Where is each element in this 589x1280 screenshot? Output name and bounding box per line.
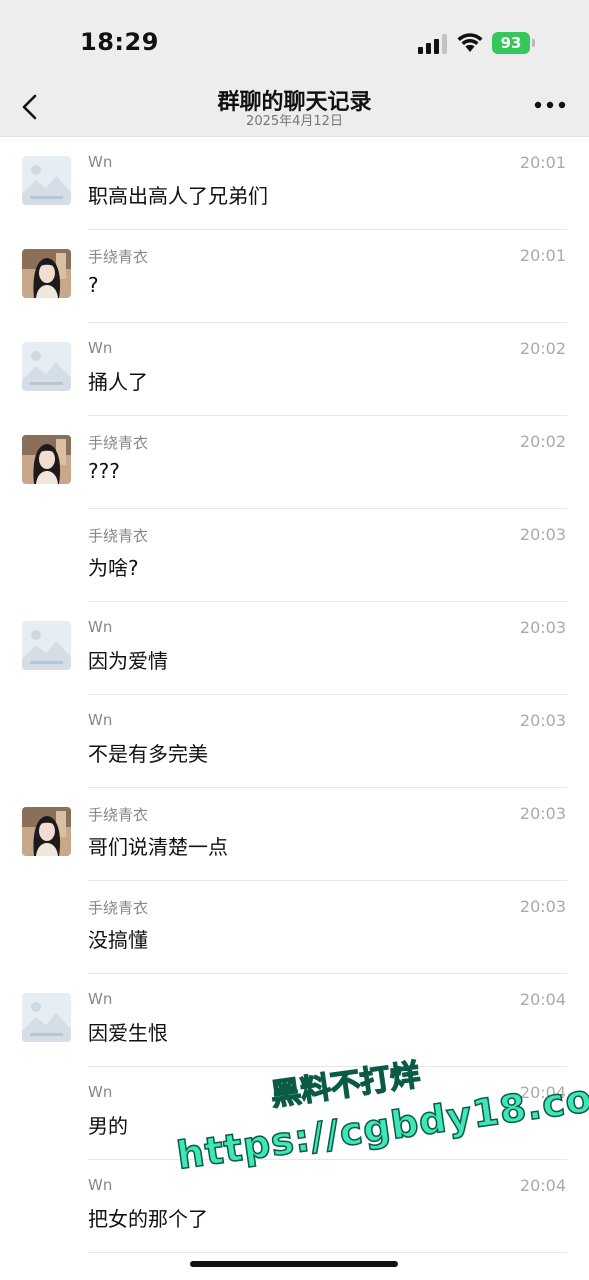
message-row[interactable]: 手绕青衣 20:03 为啥? [0, 509, 589, 602]
message-sender: Wn [88, 153, 113, 171]
message-row[interactable]: 手绕青衣 20:03 没搞懂 [0, 881, 589, 974]
nav-bar: 群聊的聊天记录 2025年4月12日 [0, 88, 589, 137]
avatar[interactable] [22, 993, 71, 1042]
message-time: 20:03 [519, 897, 566, 916]
message-sender: Wn [88, 1176, 113, 1194]
message-text: ? [88, 273, 99, 297]
message-text: 哥们说清楚一点 [88, 835, 228, 859]
message-sender: 手绕青衣 [88, 248, 149, 266]
battery-level: 93 [492, 32, 530, 54]
message-sender: Wn [88, 711, 113, 729]
message-sender: Wn [88, 339, 113, 357]
battery-icon: 93 [492, 32, 538, 54]
message-time: 20:03 [519, 618, 566, 637]
message-time: 20:01 [519, 153, 566, 172]
message-text: ??? [88, 459, 120, 483]
message-text: 捅人了 [88, 370, 148, 394]
message-time: 20:03 [519, 525, 566, 544]
message-text: 没搞懂 [88, 928, 148, 952]
avatar[interactable] [22, 156, 71, 205]
message-sender: 手绕青衣 [88, 527, 149, 545]
message-sender: 手绕青衣 [88, 806, 149, 824]
message-sender: 手绕青衣 [88, 434, 149, 452]
message-text: 为啥? [88, 556, 139, 580]
divider [88, 1252, 567, 1253]
message-row[interactable]: Wn 20:03 因为爱情 [0, 602, 589, 695]
message-time: 20:02 [519, 339, 566, 358]
message-row[interactable]: 手绕青衣 20:02??? [0, 416, 589, 509]
message-row[interactable]: Wn 20:04 把女的那个了 [0, 1160, 589, 1253]
status-time: 18:29 [80, 28, 159, 56]
status-bar: 18:29 93 [0, 0, 589, 88]
message-time: 20:04 [519, 990, 566, 1009]
message-row[interactable]: Wn 20:03 不是有多完美 [0, 695, 589, 788]
message-row[interactable]: 手绕青衣 20:01? [0, 230, 589, 323]
message-time: 20:03 [519, 804, 566, 823]
cellular-signal-icon [418, 34, 447, 54]
message-row[interactable]: Wn 20:02 捅人了 [0, 323, 589, 416]
message-text: 因为爱情 [88, 649, 168, 673]
message-text: 把女的那个了 [88, 1207, 208, 1231]
more-options-icon[interactable] [534, 100, 566, 110]
message-sender: Wn [88, 618, 113, 636]
message-text: 职高出高人了兄弟们 [88, 184, 268, 208]
message-sender: Wn [88, 1083, 113, 1101]
message-time: 20:02 [519, 432, 566, 451]
message-time: 20:03 [519, 711, 566, 730]
message-row[interactable]: Wn 20:01 职高出高人了兄弟们 [0, 137, 589, 230]
home-indicator[interactable] [190, 1261, 398, 1267]
message-sender: Wn [88, 990, 113, 1008]
avatar[interactable] [22, 807, 71, 856]
message-text: 不是有多完美 [88, 742, 208, 766]
message-time: 20:01 [519, 246, 566, 265]
message-text: 男的 [88, 1114, 128, 1138]
message-sender: 手绕青衣 [88, 899, 149, 917]
avatar[interactable] [22, 249, 71, 298]
message-text: 因爱生恨 [88, 1021, 168, 1045]
avatar[interactable] [22, 435, 71, 484]
message-row[interactable]: Wn 20:04 因爱生恨 [0, 974, 589, 1067]
page-subtitle-date: 2025年4月12日 [246, 114, 343, 129]
watermark: 黑料不打烊 https://cgbdy18.com [173, 1057, 589, 1179]
message-row[interactable]: 手绕青衣 20:03 哥们说清楚一点 [0, 788, 589, 881]
avatar[interactable] [22, 621, 71, 670]
message-time: 20:04 [519, 1176, 566, 1195]
wifi-icon [457, 33, 483, 52]
avatar[interactable] [22, 342, 71, 391]
